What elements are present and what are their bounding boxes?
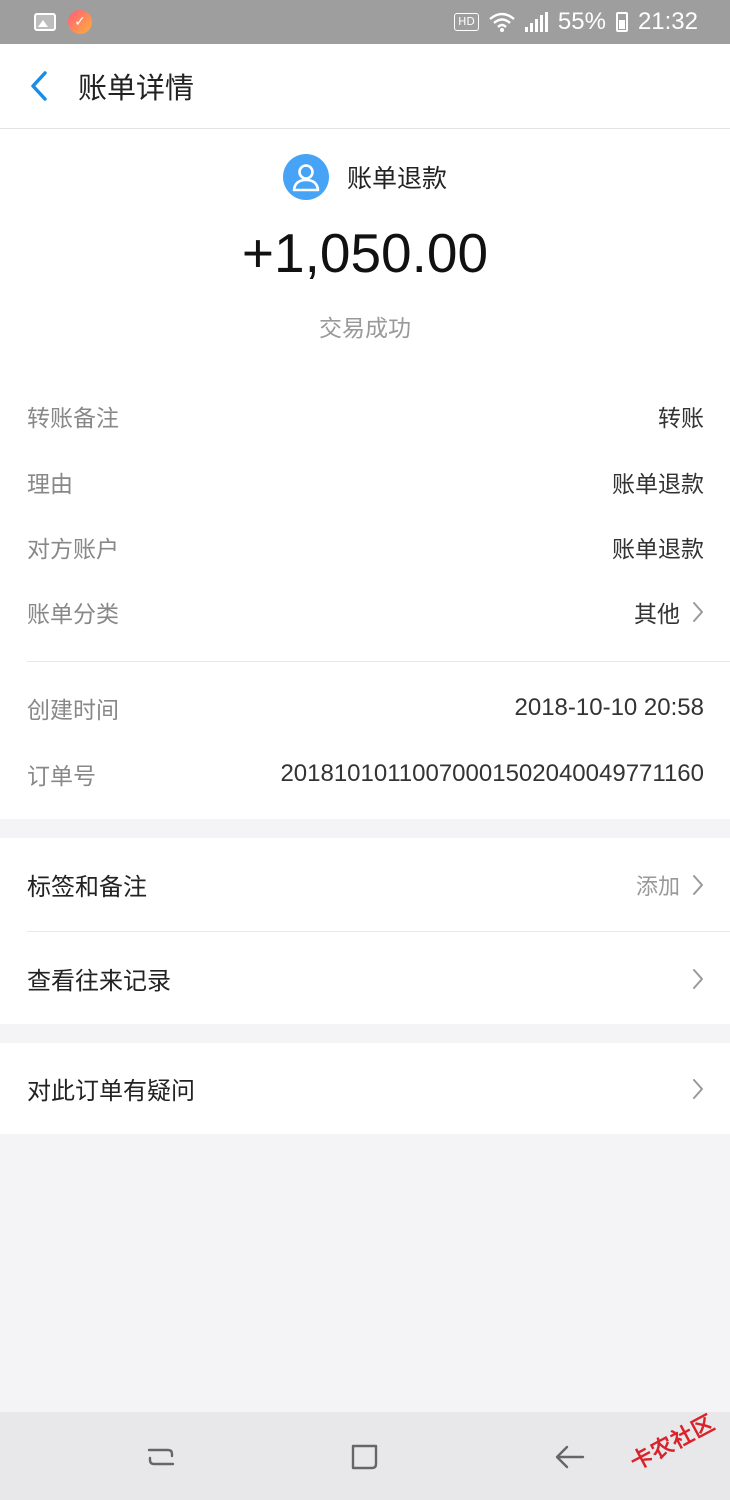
page-title: 账单详情 <box>78 71 195 105</box>
list-item-label: 对此订单有疑问 <box>27 1077 195 1105</box>
counterparty-name: 账单退款 <box>346 164 447 193</box>
meta-row-order-number: 订单号 20181010110070001502040049771160 <box>27 757 704 791</box>
recent-apps-button[interactable] <box>144 1440 178 1474</box>
meta-label: 创建时间 <box>27 698 119 724</box>
chevron-right-icon <box>693 602 703 622</box>
meta-row-created: 创建时间 2018-10-10 20:58 <box>27 691 704 725</box>
meta-value: 2018-10-10 20:58 <box>514 694 705 721</box>
detail-row-remark: 转账备注 转账 <box>27 399 704 433</box>
status-bar-right: HD 55% 21:32 <box>454 8 698 36</box>
detail-row-category[interactable]: 账单分类 其他 <box>27 595 704 629</box>
nav-bar: 账单详情 <box>0 44 730 129</box>
home-icon <box>351 1444 378 1470</box>
status-bar: ✓ HD 55% 21:32 <box>0 0 730 44</box>
detail-label: 对方账户 <box>27 537 119 563</box>
tags-notes-item[interactable]: 标签和备注 添加 <box>27 838 704 931</box>
list-item-label: 查看往来记录 <box>27 967 171 995</box>
transaction-status: 交易成功 <box>319 316 411 342</box>
chevron-right-icon <box>693 968 703 989</box>
status-bar-left: ✓ <box>34 10 92 34</box>
clock: 21:32 <box>637 8 698 35</box>
wifi-icon <box>489 12 515 32</box>
meta-label: 订单号 <box>27 764 96 790</box>
detail-value: 账单退款 <box>612 537 704 563</box>
divider <box>27 661 730 662</box>
transaction-history-item[interactable]: 查看往来记录 <box>27 932 704 1025</box>
bill-detail-card: 账单退款 +1,050.00 交易成功 转账备注 转账 理由 账单退款 对方账户… <box>0 129 730 819</box>
order-number: 20181010110070001502040049771160 <box>280 760 704 787</box>
action-list: 标签和备注 添加 查看往来记录 <box>0 838 730 1024</box>
order-question-item[interactable]: 对此订单有疑问 <box>27 1043 704 1134</box>
chevron-right-icon <box>693 874 703 895</box>
list-item-right: 添加 <box>636 869 704 901</box>
back-nav-button[interactable] <box>553 1440 587 1474</box>
category-value[interactable]: 其他 <box>634 595 704 629</box>
bill-amount: +1,050.00 <box>241 222 489 284</box>
detail-row-account: 对方账户 账单退款 <box>27 530 704 564</box>
battery-percent: 55% <box>557 8 606 35</box>
list-item-right <box>692 1078 704 1100</box>
user-avatar-icon <box>282 154 329 200</box>
add-hint: 添加 <box>635 874 680 900</box>
detail-label: 转账备注 <box>27 406 119 432</box>
system-nav-bar <box>0 1412 730 1500</box>
gallery-icon <box>34 13 56 31</box>
detail-value: 账单退款 <box>612 472 704 498</box>
hd-badge: HD <box>454 13 479 31</box>
battery-icon <box>615 12 628 32</box>
category-text: 其他 <box>634 602 680 628</box>
list-item-right <box>692 968 704 990</box>
bill-header: 账单退款 <box>0 154 730 200</box>
arrow-left-icon <box>555 1445 585 1469</box>
detail-label: 账单分类 <box>27 602 119 628</box>
recent-apps-icon <box>147 1448 175 1466</box>
help-card: 对此订单有疑问 <box>0 1043 730 1134</box>
app-notification-icon: ✓ <box>68 10 92 34</box>
chevron-right-icon <box>693 1078 703 1099</box>
home-button[interactable] <box>348 1440 382 1474</box>
detail-label: 理由 <box>27 472 73 498</box>
list-item-label: 标签和备注 <box>27 873 147 901</box>
cellular-signal-icon <box>524 12 548 32</box>
chevron-left-icon <box>31 71 47 101</box>
detail-value: 转账 <box>658 406 704 432</box>
back-button[interactable] <box>0 44 78 129</box>
detail-row-reason: 理由 账单退款 <box>27 465 704 499</box>
